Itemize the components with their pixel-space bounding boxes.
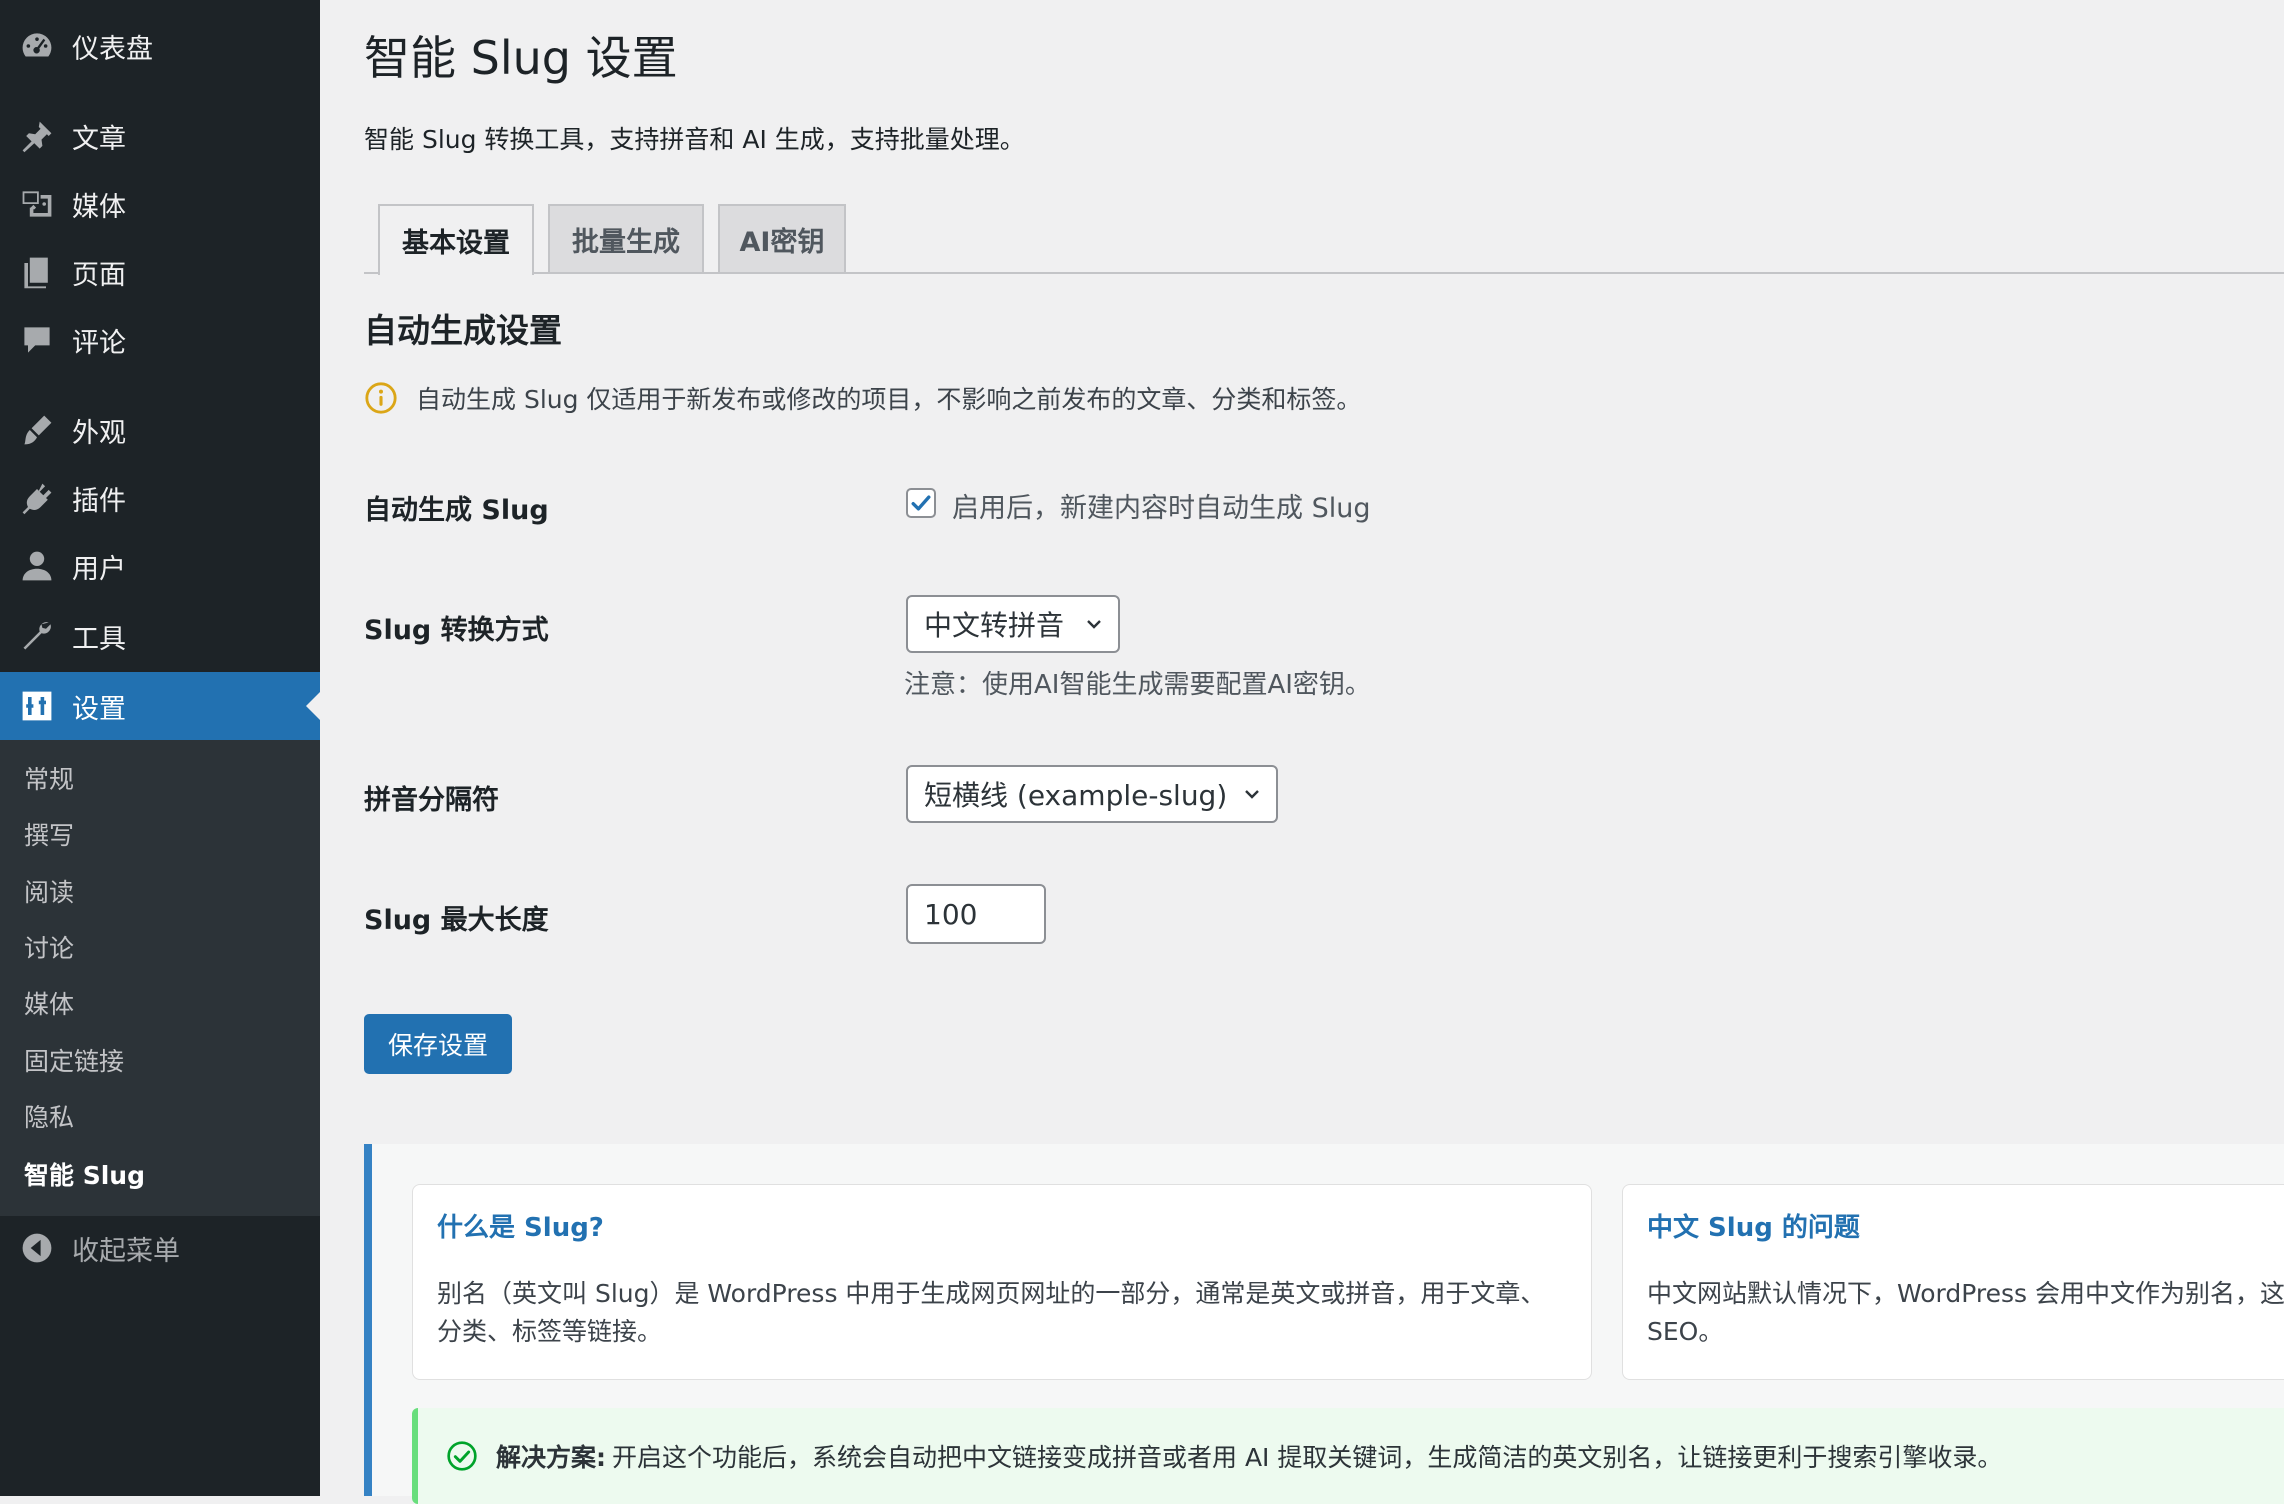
- sidebar-item-tools[interactable]: 工具: [0, 602, 320, 670]
- tools-icon: [18, 617, 56, 655]
- separator-label: 拼音分隔符: [364, 785, 499, 816]
- settings-icon: [18, 687, 56, 725]
- separator-value: 短横线 (example-slug): [924, 779, 1228, 812]
- slug-method-value: 中文转拼音: [924, 609, 1065, 642]
- notice-text: 自动生成 Slug 仅适用于新发布或修改的项目，不影响之前发布的文章、分类和标签…: [416, 385, 1362, 414]
- collapse-menu-button[interactable]: 收起菜单: [0, 1214, 320, 1282]
- slug-method-hint: 注意：使用AI智能生成需要配置AI密钥。: [904, 670, 1371, 700]
- max-length-label: Slug 最大长度: [364, 905, 549, 936]
- collapse-menu-label: 收起菜单: [72, 1235, 180, 1267]
- sidebar-item-pages[interactable]: 页面: [0, 238, 320, 306]
- info-card-body: 中文网站默认情况下，WordPress 会用中文作为别名，这 SEO。: [1647, 1279, 2284, 1346]
- comments-icon: [18, 321, 56, 359]
- users-icon: [18, 547, 56, 585]
- submenu-item-reading[interactable]: 阅读: [24, 873, 74, 913]
- sidebar-item-label: 仪表盘: [72, 33, 153, 65]
- info-panel: 什么是 Slug? 别名（英文叫 Slug）是 WordPress 中用于生成网…: [364, 1144, 2284, 1504]
- submenu-item-media[interactable]: 媒体: [24, 985, 74, 1025]
- solution-banner: 解决方案: 开启这个功能后，系统会自动把中文链接变成拼音或者用 AI 提取关键词…: [412, 1408, 2284, 1504]
- media-icon: [18, 185, 56, 223]
- tab-basic-settings[interactable]: 基本设置: [378, 204, 534, 275]
- page-description: 智能 Slug 转换工具，支持拼音和 AI 生成，支持批量处理。: [364, 125, 1025, 154]
- slug-method-select[interactable]: 中文转拼音: [906, 595, 1120, 653]
- submenu-item-smart-slug[interactable]: 智能 Slug: [24, 1156, 145, 1196]
- auto-slug-label: 自动生成 Slug: [364, 495, 549, 526]
- appearance-icon: [18, 411, 56, 449]
- pin-icon: [18, 117, 56, 155]
- tabs-divider: [364, 272, 2284, 274]
- settings-submenu: 常规 撰写 阅读 讨论 媒体 固定链接 隐私 智能 Slug: [0, 740, 320, 1216]
- submenu-item-permalinks[interactable]: 固定链接: [24, 1042, 124, 1082]
- sidebar-item-label: 工具: [72, 623, 126, 655]
- settings-page: 智能 Slug 设置 智能 Slug 转换工具，支持拼音和 AI 生成，支持批量…: [320, 0, 2284, 1504]
- info-card-body: 别名（英文叫 Slug）是 WordPress 中用于生成网页网址的一部分，通常…: [437, 1279, 1546, 1346]
- info-card-title: 中文 Slug 的问题: [1647, 1213, 1860, 1243]
- check-circle-icon: [447, 1441, 477, 1471]
- sidebar-item-label: 文章: [72, 123, 126, 155]
- sidebar-item-comments[interactable]: 评论: [0, 306, 320, 374]
- plugins-icon: [18, 479, 56, 517]
- info-card-what-is-slug: 什么是 Slug? 别名（英文叫 Slug）是 WordPress 中用于生成网…: [412, 1184, 1592, 1380]
- sidebar-item-label: 页面: [72, 259, 126, 291]
- sidebar-item-label: 用户: [72, 553, 126, 585]
- slug-method-label: Slug 转换方式: [364, 615, 549, 646]
- separator-select[interactable]: 短横线 (example-slug): [906, 765, 1278, 823]
- tab-batch-generate[interactable]: 批量生成: [548, 204, 704, 272]
- info-icon: [365, 382, 397, 414]
- submenu-item-privacy[interactable]: 隐私: [24, 1098, 74, 1138]
- sidebar-item-dashboard[interactable]: 仪表盘: [0, 12, 320, 80]
- auto-generate-notice: 自动生成 Slug 仅适用于新发布或修改的项目，不影响之前发布的文章、分类和标签…: [364, 380, 1361, 416]
- tab-ai-key[interactable]: AI密钥: [718, 204, 846, 272]
- solution-label: 解决方案:: [496, 1443, 606, 1472]
- chevron-down-icon: [1245, 790, 1259, 799]
- sidebar-item-users[interactable]: 用户: [0, 532, 320, 600]
- sidebar-item-label: 外观: [72, 417, 126, 449]
- max-length-input[interactable]: 100: [906, 884, 1046, 944]
- sidebar-item-media[interactable]: 媒体: [0, 170, 320, 238]
- pages-icon: [18, 253, 56, 291]
- info-card-title: 什么是 Slug?: [437, 1213, 604, 1243]
- dashboard-icon: [18, 27, 56, 65]
- section-title: 自动生成设置: [364, 311, 562, 350]
- sidebar-item-label: 插件: [72, 485, 126, 517]
- solution-text: 开启这个功能后，系统会自动把中文链接变成拼音或者用 AI 提取关键词，生成简洁的…: [612, 1443, 2003, 1472]
- page-title: 智能 Slug 设置: [364, 31, 678, 85]
- sidebar-item-label: 设置: [72, 693, 126, 725]
- submenu-item-general[interactable]: 常规: [24, 760, 74, 800]
- save-settings-button[interactable]: 保存设置: [364, 1014, 512, 1074]
- chevron-down-icon: [1087, 620, 1101, 629]
- collapse-arrow-icon: [18, 1229, 56, 1267]
- admin-sidebar: 仪表盘 文章 媒体 页面 评论 外观 插件 用户 工具 设置 常规 撰写 阅读 …: [0, 0, 320, 1496]
- sidebar-item-posts[interactable]: 文章: [0, 102, 320, 170]
- sidebar-item-plugins[interactable]: 插件: [0, 464, 320, 532]
- checkmark-icon: [911, 495, 931, 511]
- info-card-chinese-slug-problem: 中文 Slug 的问题 中文网站默认情况下，WordPress 会用中文作为别名…: [1622, 1184, 2284, 1380]
- sidebar-item-label: 评论: [72, 327, 126, 359]
- auto-slug-checkbox-label[interactable]: 启用后，新建内容时自动生成 Slug: [952, 486, 1370, 525]
- submenu-item-discussion[interactable]: 讨论: [24, 929, 74, 969]
- sidebar-item-appearance[interactable]: 外观: [0, 396, 320, 464]
- sidebar-item-label: 媒体: [72, 191, 126, 223]
- auto-slug-checkbox[interactable]: [906, 488, 936, 518]
- sidebar-item-settings[interactable]: 设置: [0, 672, 320, 740]
- submenu-item-writing[interactable]: 撰写: [24, 816, 74, 856]
